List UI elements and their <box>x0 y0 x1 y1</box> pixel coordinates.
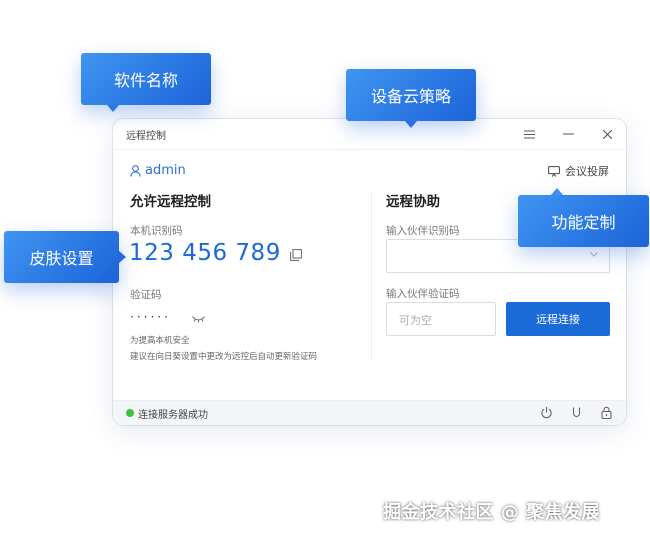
watermark-text: 掘金技术社区 @ 聚焦发展 <box>383 502 601 523</box>
callout-software-name-text: 软件名称 <box>113 71 178 90</box>
security-hint-line2: 建议在向日葵设置中更改为远控后自动更新验证码 <box>130 352 318 362</box>
section-divider <box>371 191 372 361</box>
status-text: 连接服务器成功 <box>138 410 208 421</box>
security-hint-line1: 为提高本机安全 <box>130 336 190 346</box>
callout-software-name: 软件名称 <box>81 53 211 112</box>
device-id-value: 123 456 789 <box>129 240 281 266</box>
copy-icon[interactable] <box>290 249 302 261</box>
status-bar: 连接服务器成功 <box>113 400 626 425</box>
minimize-icon[interactable] <box>557 123 579 145</box>
username: admin <box>145 163 186 178</box>
user-icon <box>130 164 141 177</box>
partner-pwd-placeholder: 可为空 <box>399 314 432 327</box>
callout-cloud-policy: 设备云策略 <box>346 69 476 128</box>
password-masked: ······ <box>130 310 171 324</box>
partner-pwd-label: 输入伙伴验证码 <box>386 288 460 300</box>
partner-id-label: 输入伙伴识别码 <box>386 225 460 237</box>
allow-remote-title: 允许远程控制 <box>130 194 211 210</box>
chevron-down-icon <box>590 252 598 257</box>
callout-skin-settings-text: 皮肤设置 <box>29 249 94 268</box>
eye-hidden-icon[interactable] <box>192 315 205 323</box>
remote-assist-title: 远程协助 <box>386 194 440 210</box>
password-label: 验证码 <box>130 289 162 301</box>
callout-pointer <box>107 105 119 112</box>
callout-pointer <box>551 188 563 195</box>
meeting-cast-label: 会议投屏 <box>565 165 609 178</box>
callout-pointer <box>119 251 126 263</box>
status-dot-icon <box>126 409 134 417</box>
power-icon[interactable] <box>540 406 553 419</box>
menu-icon[interactable] <box>518 123 540 145</box>
close-icon[interactable] <box>596 123 618 145</box>
partner-pwd-input[interactable]: 可为空 <box>386 302 496 336</box>
callout-cloud-policy-text: 设备云策略 <box>370 87 451 106</box>
callout-feature-custom: 功能定制 <box>518 188 649 247</box>
title-bar[interactable]: 远程控制 <box>113 119 626 150</box>
screen-cast-icon <box>548 165 560 177</box>
device-id-label: 本机识别码 <box>130 225 183 237</box>
remote-control-window: 远程控制 admin 会议投屏 允许远程控制 本机识别码 123 456 789… <box>113 119 626 425</box>
window-title: 远程控制 <box>126 131 166 142</box>
usb-icon[interactable] <box>570 406 583 419</box>
lock-icon[interactable] <box>600 406 613 419</box>
callout-pointer <box>405 121 417 128</box>
callout-feature-custom-text: 功能定制 <box>551 213 616 232</box>
callout-skin-settings: 皮肤设置 <box>4 231 126 283</box>
remote-connect-button[interactable]: 远程连接 <box>506 302 610 336</box>
user-account[interactable]: admin <box>130 163 186 178</box>
meeting-cast-button[interactable]: 会议投屏 <box>548 163 609 179</box>
